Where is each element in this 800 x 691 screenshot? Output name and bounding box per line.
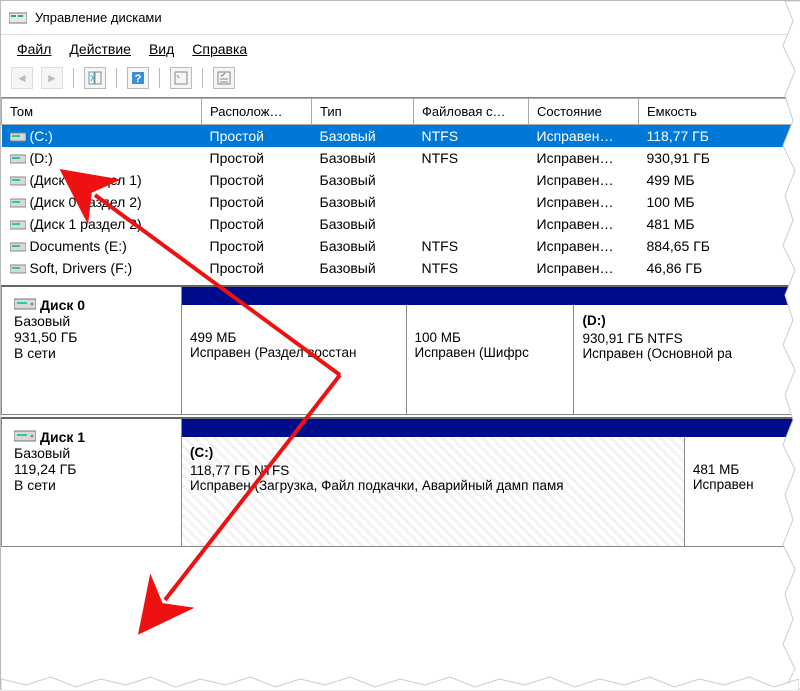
partition[interactable]: (C:) 118,77 ГБ NTFSИсправен (Загрузка, Фа… bbox=[182, 437, 684, 546]
partition-label: (C:) bbox=[190, 445, 676, 460]
volume-row[interactable]: (Диск 0 раздел 2)ПростойБазовыйИсправен…… bbox=[2, 191, 799, 213]
partition-size: 930,91 ГБ NTFS bbox=[582, 331, 790, 346]
app-icon bbox=[9, 10, 27, 26]
menu-view[interactable]: Вид bbox=[149, 41, 174, 57]
disk-size: 931,50 ГБ bbox=[14, 329, 169, 345]
partition[interactable]: 100 МБИсправен (Шифрс bbox=[406, 305, 574, 414]
partition-size: 118,77 ГБ NTFS bbox=[190, 463, 676, 478]
menu-action[interactable]: Действие bbox=[69, 41, 131, 57]
partition-header-bar bbox=[182, 287, 798, 305]
volume-row[interactable]: Documents (E:)ПростойБазовыйNTFSИсправен… bbox=[2, 235, 799, 257]
disk-row: Диск 1Базовый119,24 ГБВ сети (C:) 118,77 Г… bbox=[1, 417, 799, 547]
refresh-button[interactable] bbox=[170, 67, 192, 89]
partition[interactable]: (D:) 930,91 ГБ NTFSИсправен (Основной ра bbox=[573, 305, 798, 414]
col-status[interactable]: Состояние bbox=[529, 99, 639, 125]
torn-bottom-decoration bbox=[1, 671, 799, 691]
volume-icon bbox=[10, 175, 26, 187]
col-volume[interactable]: Том bbox=[2, 99, 202, 125]
disk-row: Диск 0Базовый931,50 ГБВ сети499 МБИсправ… bbox=[1, 285, 799, 415]
partition-size: 481 МБ bbox=[693, 462, 790, 477]
volume-icon bbox=[10, 241, 26, 253]
titlebar: Управление дисками bbox=[1, 1, 799, 35]
list-view-button[interactable] bbox=[213, 67, 235, 89]
volume-row[interactable]: Soft, Drivers (F:)ПростойБазовыйNTFSИспр… bbox=[2, 257, 799, 279]
volume-table: Том Располож… Тип Файловая с… Состояние … bbox=[1, 98, 799, 279]
partition-desc: Исправен bbox=[693, 477, 790, 492]
disk-status: В сети bbox=[14, 345, 169, 361]
disk-partitions: 499 МБИсправен (Раздел восстан100 МБИспр… bbox=[182, 287, 798, 414]
disk-info: Диск 0Базовый931,50 ГБВ сети bbox=[2, 287, 182, 414]
disk-layout-pane: Диск 0Базовый931,50 ГБВ сети499 МБИсправ… bbox=[1, 285, 799, 547]
partition-size: 499 МБ bbox=[190, 330, 398, 345]
column-headers: Том Располож… Тип Файловая с… Состояние … bbox=[2, 99, 799, 125]
partition-desc: Исправен (Основной ра bbox=[582, 346, 790, 361]
back-button[interactable]: ◄ bbox=[11, 67, 33, 89]
col-type[interactable]: Тип bbox=[312, 99, 414, 125]
disk-management-window: Управление дисками Файл Действие Вид Спр… bbox=[0, 0, 800, 690]
disk-status: В сети bbox=[14, 477, 169, 493]
partition-desc: Исправен (Раздел восстан bbox=[190, 345, 398, 360]
help-button[interactable]: ? bbox=[127, 67, 149, 89]
view-toggle-button[interactable] bbox=[84, 67, 106, 89]
disk-type: Базовый bbox=[14, 445, 169, 461]
partition[interactable]: 499 МБИсправен (Раздел восстан bbox=[182, 305, 406, 414]
hdd-icon bbox=[14, 297, 36, 311]
partition-header-bar bbox=[182, 419, 798, 437]
volume-icon bbox=[10, 153, 26, 165]
disk-info: Диск 1Базовый119,24 ГБВ сети bbox=[2, 419, 182, 546]
hdd-icon bbox=[14, 429, 36, 443]
partition-desc: Исправен (Загрузка, Файл подкачки, Авари… bbox=[190, 478, 676, 493]
disk-name: Диск 0 bbox=[14, 297, 169, 313]
volume-icon bbox=[10, 219, 26, 231]
svg-text:?: ? bbox=[135, 73, 142, 85]
volume-row[interactable]: (Диск 0 раздел 1)ПростойБазовыйИсправен…… bbox=[2, 169, 799, 191]
menu-help[interactable]: Справка bbox=[192, 41, 247, 57]
col-fs[interactable]: Файловая с… bbox=[414, 99, 529, 125]
menu-file[interactable]: Файл bbox=[17, 41, 51, 57]
volume-icon bbox=[10, 197, 26, 209]
disk-size: 119,24 ГБ bbox=[14, 461, 169, 477]
toolbar: ◄ ► ? bbox=[1, 63, 799, 98]
window-title: Управление дисками bbox=[35, 10, 162, 25]
partition[interactable]: 481 МБИсправен bbox=[684, 437, 798, 546]
volume-row[interactable]: (Диск 1 раздел 2)ПростойБазовыйИсправен…… bbox=[2, 213, 799, 235]
partition-label: (D:) bbox=[582, 313, 790, 328]
disk-type: Базовый bbox=[14, 313, 169, 329]
partition-size: 100 МБ bbox=[415, 330, 566, 345]
disk-partitions: (C:) 118,77 ГБ NTFSИсправен (Загрузка, Фа… bbox=[182, 419, 798, 546]
volume-row[interactable]: (C:)ПростойБазовыйNTFSИсправен…118,77 ГБ bbox=[2, 125, 799, 148]
menubar: Файл Действие Вид Справка bbox=[1, 35, 799, 63]
disk-name: Диск 1 bbox=[14, 429, 169, 445]
forward-button[interactable]: ► bbox=[41, 67, 63, 89]
partition-desc: Исправен (Шифрс bbox=[415, 345, 566, 360]
col-capacity[interactable]: Емкость bbox=[639, 99, 799, 125]
col-layout[interactable]: Располож… bbox=[202, 99, 312, 125]
volume-row[interactable]: (D:)ПростойБазовыйNTFSИсправен…930,91 ГБ bbox=[2, 147, 799, 169]
volume-icon bbox=[10, 263, 26, 275]
volume-icon bbox=[10, 131, 26, 143]
